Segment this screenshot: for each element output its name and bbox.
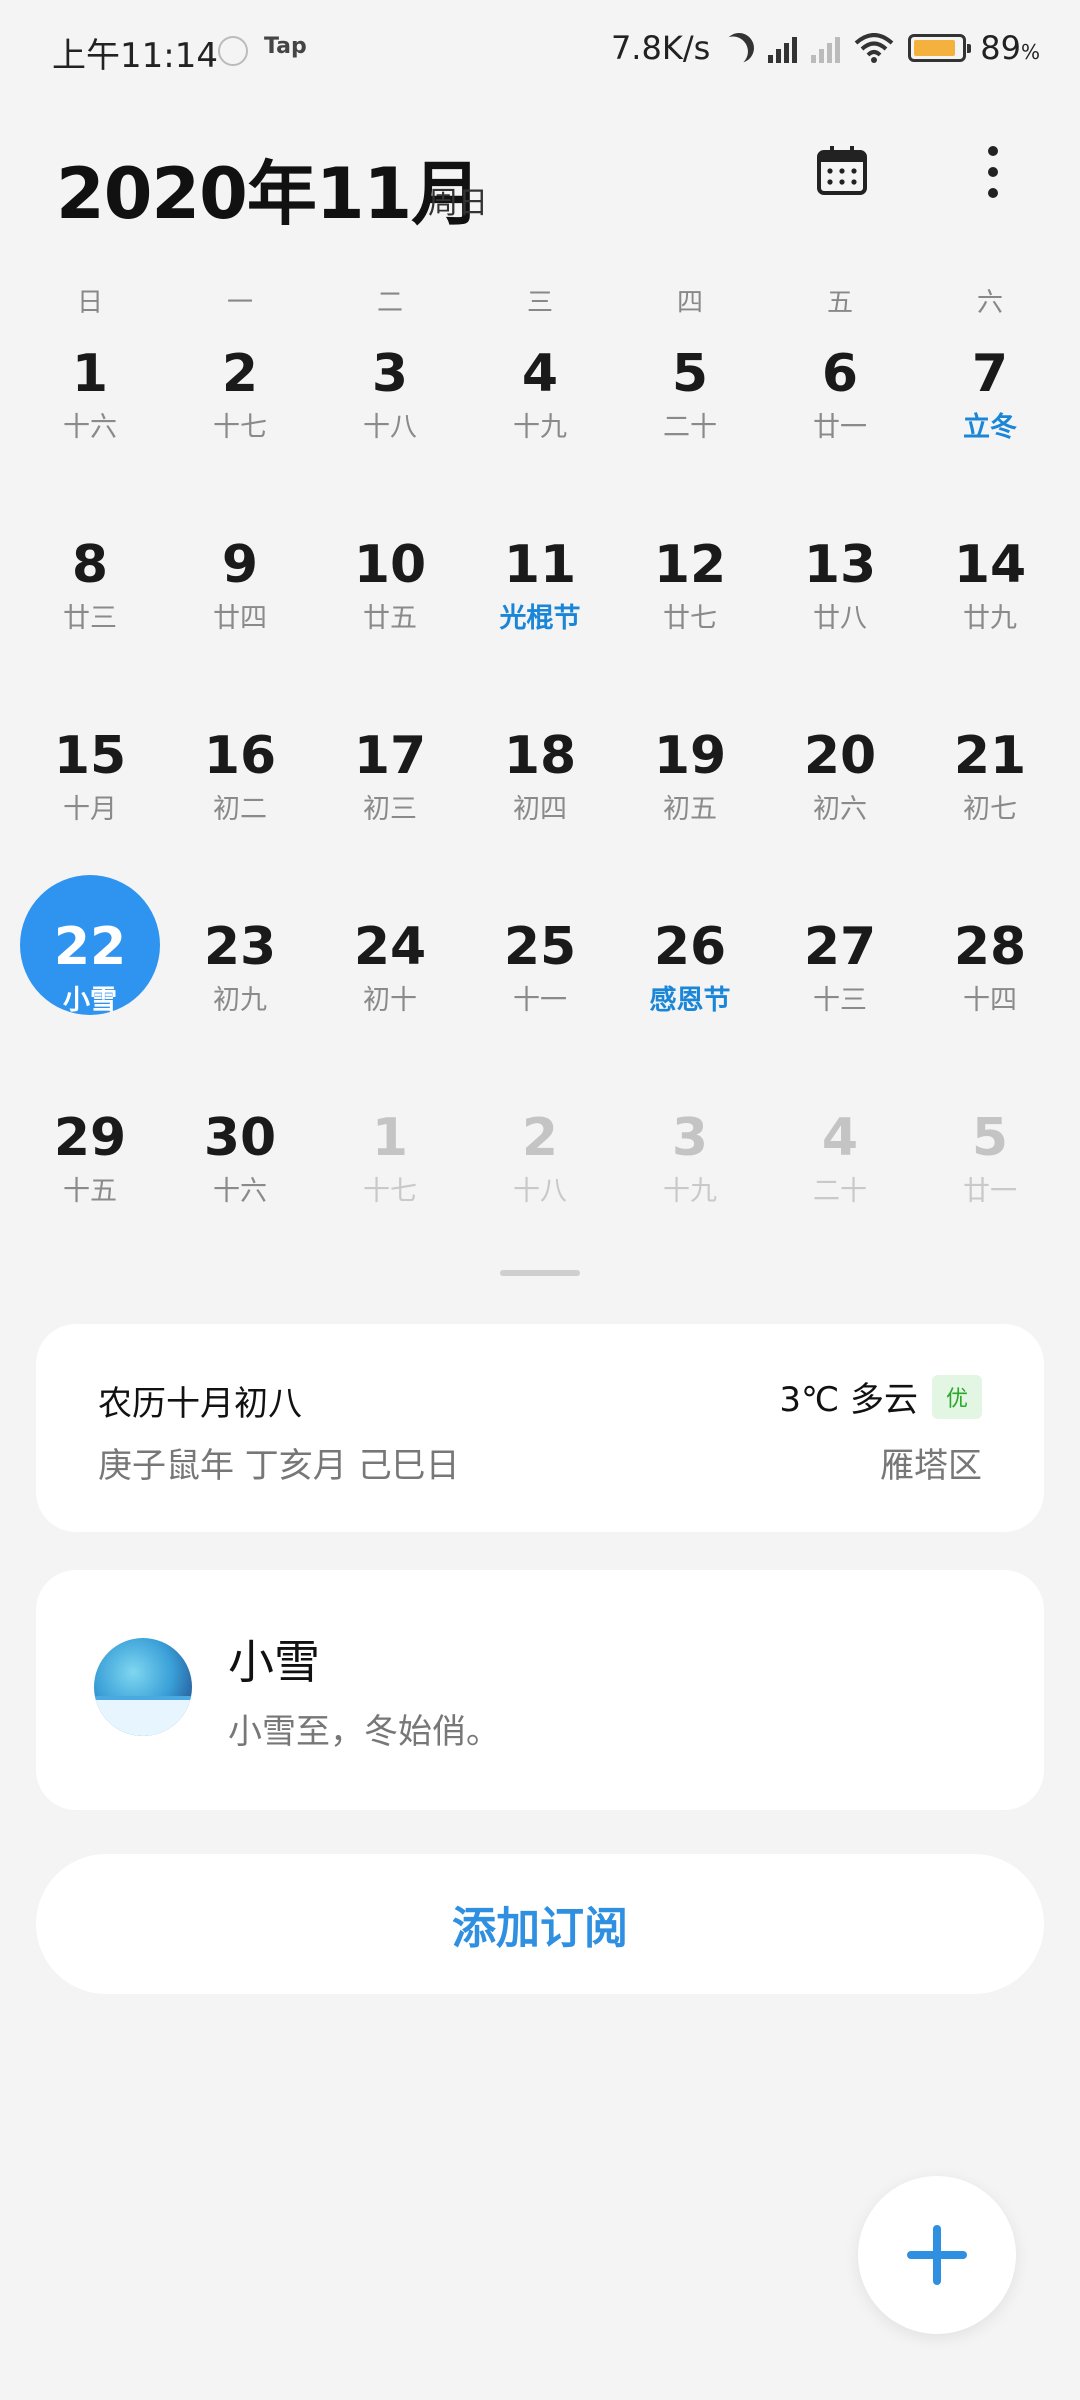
day-cell[interactable]: 20 初六 (765, 722, 915, 872)
battery-icon (908, 34, 972, 62)
day-cell[interactable]: 13 廿八 (765, 531, 915, 681)
day-cell-next-month[interactable]: 4 二十 (765, 1104, 915, 1254)
status-bar: 上午11:14 Tap 7.8K/s 89% (0, 0, 1080, 100)
day-cell[interactable]: 7 立冬 (915, 340, 1065, 490)
weekday-label: 三 (526, 288, 553, 318)
status-time: 上午11:14 (52, 36, 218, 76)
add-subscription-button[interactable]: 添加订阅 (36, 1854, 1044, 1994)
plus-icon[interactable] (858, 2176, 1016, 2334)
weekday-label: 六 (976, 288, 1003, 318)
day-cell[interactable]: 29 十五 (15, 1104, 165, 1254)
day-cell[interactable]: 12 廿七 (615, 531, 765, 681)
weekday-label: 日 (76, 288, 103, 318)
network-speed: 7.8K/s (610, 29, 711, 67)
day-cell[interactable]: 26 感恩节 (615, 913, 765, 1063)
status-indicators: 7.8K/s 89% (611, 26, 1040, 70)
weekday-label: 四 (676, 288, 703, 318)
day-cell-next-month[interactable]: 1 十七 (315, 1104, 465, 1254)
day-cell[interactable]: 18 初四 (465, 722, 615, 872)
weekday-label: 二 (376, 288, 403, 318)
day-cell[interactable]: 8 廿三 (15, 531, 165, 681)
calendar-week: 22 小雪 23 初九 24 初十 25 十一 26 感恩节 27 十三 28 十四 (15, 875, 1065, 1104)
day-cell[interactable]: 16 初二 (165, 722, 315, 872)
day-cell[interactable]: 19 初五 (615, 722, 765, 872)
do-not-disturb-icon (719, 28, 760, 69)
air-quality-badge: 优 (931, 1374, 982, 1419)
weekday-header: 日 一 二 三 四 五 六 (0, 282, 1080, 319)
solar-term-avatar (94, 1638, 192, 1736)
day-cell[interactable]: 2 十七 (165, 340, 315, 490)
calendar-week: 29 十五 30 十六 1 十七 2 十八 3 十九 4 二十 5 廿一 (15, 1104, 1065, 1295)
calendar-week: 8 廿三 9 廿四 10 廿五 11 光棍节 12 廿七 13 廿八 14 廿九 (15, 531, 1065, 722)
day-info-card[interactable]: 农历十月初八 庚子鼠年 丁亥月 己巳日 3℃ 多云 优 雁塔区 (36, 1324, 1044, 1532)
day-cell[interactable]: 4 十九 (465, 340, 615, 490)
day-cell[interactable]: 1 十六 (15, 340, 165, 490)
battery-percent: 89% (980, 29, 1040, 67)
day-cell[interactable]: 11 光棍节 (465, 531, 615, 681)
day-cell[interactable]: 10 廿五 (315, 531, 465, 681)
notification-app-label: Tap (264, 34, 307, 59)
calendar-week: 1 十六 2 十七 3 十八 4 十九 5 二十 6 廿一 7 立冬 (15, 340, 1065, 531)
day-cell[interactable]: 14 廿九 (915, 531, 1065, 681)
solar-term-card[interactable]: 小雪 小雪至，冬始俏。 (36, 1570, 1044, 1810)
day-cell-next-month[interactable]: 2 十八 (465, 1104, 615, 1254)
signal-icon (768, 33, 798, 63)
day-cell[interactable]: 24 初十 (315, 913, 465, 1063)
day-cell[interactable]: 21 初七 (915, 722, 1065, 872)
weather-summary[interactable]: 3℃ 多云 优 (779, 1372, 982, 1421)
solar-term-description: 小雪至，冬始俏。 (228, 1712, 500, 1752)
current-weekday: 周日 (428, 186, 488, 221)
day-cell-next-month[interactable]: 3 十九 (615, 1104, 765, 1254)
alarm-icon (218, 36, 248, 66)
wifi-icon (854, 33, 894, 63)
day-cell[interactable]: 25 十一 (465, 913, 615, 1063)
day-cell[interactable]: 30 十六 (165, 1104, 315, 1254)
day-cell[interactable]: 9 廿四 (165, 531, 315, 681)
calendar-grid: 1 十六 2 十七 3 十八 4 十九 5 二十 6 廿一 7 立冬 8 廿三 9 廿四 10 廿五… (15, 340, 1065, 1295)
calendar-icon[interactable] (816, 146, 868, 196)
solar-term-title: 小雪 (228, 1635, 320, 1689)
weekday-label: 一 (226, 288, 253, 318)
drag-handle[interactable] (500, 1270, 580, 1276)
day-cell[interactable]: 23 初九 (165, 913, 315, 1063)
day-cell[interactable]: 15 十月 (15, 722, 165, 872)
weekday-label: 五 (826, 288, 853, 318)
day-cell[interactable]: 28 十四 (915, 913, 1065, 1063)
lunar-date: 农历十月初八 (98, 1384, 302, 1424)
calendar-week: 15 十月 16 初二 17 初三 18 初四 19 初五 20 初六 21 初七 (15, 722, 1065, 913)
day-cell-today[interactable]: 22 小雪 (15, 875, 165, 1063)
day-cell[interactable]: 27 十三 (765, 913, 915, 1063)
district-label: 雁塔区 (880, 1446, 982, 1486)
day-cell[interactable]: 5 二十 (615, 340, 765, 490)
ganzhi-date: 庚子鼠年 丁亥月 己巳日 (98, 1446, 460, 1486)
day-cell[interactable]: 17 初三 (315, 722, 465, 872)
more-vertical-icon[interactable] (978, 146, 1008, 198)
day-cell[interactable]: 3 十八 (315, 340, 465, 490)
month-title[interactable]: 2020年11月 (56, 138, 481, 239)
weather-text: 3℃ 多云 (779, 1380, 918, 1420)
day-cell-next-month[interactable]: 5 廿一 (915, 1104, 1065, 1254)
day-cell[interactable]: 6 廿一 (765, 340, 915, 490)
signal-secondary-icon (811, 33, 841, 63)
